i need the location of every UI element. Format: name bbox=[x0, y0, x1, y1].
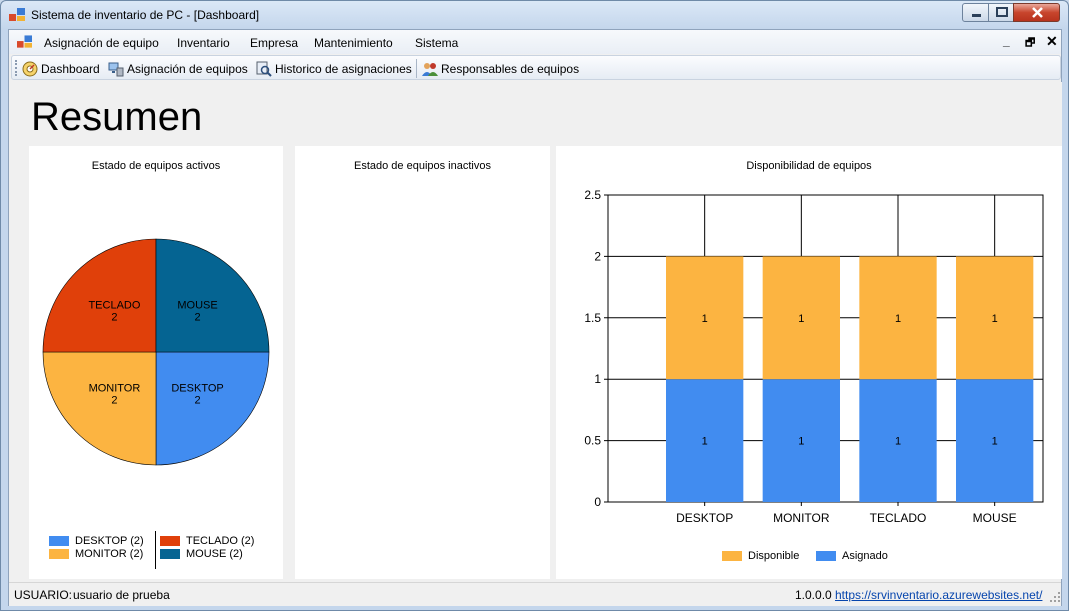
client-area: Asignación de equipo Inventario Empresa … bbox=[8, 29, 1062, 606]
window-title: Sistema de inventario de PC - [Dashboard… bbox=[31, 8, 260, 22]
app-icon bbox=[9, 8, 25, 21]
legend-swatch-mouse bbox=[160, 549, 180, 559]
pie-slice-monitor bbox=[42, 351, 157, 466]
dashboard-content: Resumen Estado de equipos activos DESKTO… bbox=[10, 82, 1062, 579]
x-tick-label: TECLADO bbox=[870, 511, 927, 525]
legend-swatch-teclado bbox=[160, 536, 180, 546]
legend-swatch-asignado bbox=[816, 551, 836, 561]
inactive-chart-title: Estado de equipos inactivos bbox=[354, 160, 491, 172]
bar-data-label: 1 bbox=[798, 436, 804, 448]
pie-label-desktop: DESKTOP bbox=[171, 383, 223, 395]
bar-data-label: 1 bbox=[992, 313, 998, 325]
legend-label-mouse: MOUSE (2) bbox=[186, 548, 243, 560]
mdi-restore-icon[interactable]: 🗗 bbox=[1025, 34, 1035, 53]
pie-slice-teclado bbox=[42, 238, 157, 353]
legend-item-desktop: DESKTOP (2) bbox=[49, 535, 144, 547]
y-tick-label: 0 bbox=[594, 495, 601, 509]
status-user-label: USUARIO: bbox=[14, 588, 73, 602]
toolbar-asignacion-button[interactable]: Asignación de equipos bbox=[108, 59, 248, 78]
active-equipment-panel: Estado de equipos activos DESKTOP 2 MONITO… bbox=[29, 146, 283, 579]
computer-assign-icon bbox=[108, 62, 124, 76]
x-tick-label: DESKTOP bbox=[676, 511, 733, 525]
legend-label-disponible: Disponible bbox=[748, 550, 800, 562]
legend-item-asignado: Asignado bbox=[816, 550, 888, 562]
pie-slice-mouse bbox=[155, 238, 270, 353]
x-tick-label: MOUSE bbox=[973, 511, 1017, 525]
bar-data-label: 1 bbox=[895, 313, 901, 325]
legend-item-disponible: Disponible bbox=[722, 550, 799, 562]
legend-label-monitor: MONITOR (2) bbox=[75, 548, 144, 560]
status-bar: USUARIO: usuario de prueba 1.0.0.0 https… bbox=[9, 582, 1061, 606]
legend-swatch-disponible bbox=[722, 551, 742, 561]
toolbar-dashboard-label: Dashboard bbox=[41, 61, 100, 76]
y-tick-label: 0.5 bbox=[584, 434, 601, 448]
close-button[interactable] bbox=[1013, 3, 1060, 22]
close-icon bbox=[1032, 7, 1043, 18]
legend-swatch-desktop bbox=[49, 536, 69, 546]
mdi-minimize-icon[interactable]: _ bbox=[1003, 34, 1010, 48]
page-title: Resumen bbox=[31, 95, 203, 139]
pie-value-desktop: 2 bbox=[194, 395, 200, 407]
inactive-equipment-panel: Estado de equipos inactivos bbox=[295, 146, 550, 579]
toolbar-historico-button[interactable]: Historico de asignaciones bbox=[256, 59, 412, 78]
pie-value-teclado: 2 bbox=[111, 311, 117, 323]
pie-label-mouse: MOUSE bbox=[177, 299, 217, 311]
users-group-icon bbox=[422, 62, 438, 76]
availability-panel: Disponibilidad de equipos 0 0.5 1 1.5 2 2.5 1 1… bbox=[556, 146, 1062, 579]
legend-item-mouse: MOUSE (2) bbox=[160, 548, 243, 560]
y-tick-label: 2.5 bbox=[584, 188, 601, 202]
bar-data-label: 1 bbox=[798, 313, 804, 325]
pie-label-teclado: TECLADO bbox=[88, 299, 140, 311]
toolbar-dashboard-button[interactable]: Dashboard bbox=[22, 59, 100, 78]
status-user-value: usuario de prueba bbox=[73, 588, 170, 602]
legend-label-teclado: TECLADO (2) bbox=[186, 535, 255, 547]
menu-sistema[interactable]: Sistema bbox=[415, 36, 458, 50]
stacked-bar-chart: 0 0.5 1 1.5 2 2.5 1 1 DESKTOP 1 1 MONITOR 1 1 TECLADO 1… bbox=[584, 188, 1044, 525]
legend-item-monitor: MONITOR (2) bbox=[49, 548, 143, 560]
x-tick-label: MONITOR bbox=[773, 511, 830, 525]
menu-empresa[interactable]: Empresa bbox=[250, 36, 298, 50]
toolbar-asignacion-label: Asignación de equipos bbox=[127, 61, 248, 76]
minimize-button[interactable] bbox=[962, 3, 989, 22]
pie-chart: DESKTOP2MONITOR2TECLADO2MOUSE2 bbox=[42, 238, 270, 466]
legend-item-teclado: TECLADO (2) bbox=[160, 535, 254, 547]
y-tick-label: 2 bbox=[594, 249, 601, 263]
dashboard-icon bbox=[22, 61, 38, 76]
status-version: 1.0.0.0 bbox=[795, 588, 832, 602]
pie-label-monitor: MONITOR bbox=[89, 383, 141, 395]
pie-value-mouse: 2 bbox=[194, 311, 200, 323]
legend-swatch-monitor bbox=[49, 549, 69, 559]
toolbar: Dashboard Asignación de equipos Historic… bbox=[11, 55, 1061, 80]
history-search-icon bbox=[256, 61, 272, 77]
maximize-icon bbox=[996, 7, 1008, 17]
minimize-icon bbox=[972, 14, 981, 17]
legend-label-desktop: DESKTOP (2) bbox=[75, 535, 144, 547]
status-link[interactable]: https://srvinventario.azurewebsites.net/ bbox=[835, 588, 1042, 602]
legend-divider bbox=[155, 531, 156, 569]
bar-data-label: 1 bbox=[895, 436, 901, 448]
maximize-button[interactable] bbox=[988, 3, 1014, 22]
bar-data-label: 1 bbox=[992, 436, 998, 448]
mdi-child-icon[interactable] bbox=[17, 35, 32, 49]
bar-data-label: 1 bbox=[702, 436, 708, 448]
toolbar-responsables-label: Responsables de equipos bbox=[441, 61, 580, 76]
menu-mantenimiento[interactable]: Mantenimiento bbox=[314, 36, 393, 50]
bar-data-label: 1 bbox=[702, 313, 708, 325]
toolbar-responsables-button[interactable]: Responsables de equipos bbox=[422, 59, 579, 78]
pie-slice-desktop bbox=[155, 351, 270, 466]
toolbar-historico-label: Historico de asignaciones bbox=[275, 61, 412, 76]
menu-asignacion[interactable]: Asignación de equipo bbox=[44, 36, 159, 50]
y-tick-label: 1 bbox=[594, 372, 601, 386]
menu-inventario[interactable]: Inventario bbox=[177, 36, 230, 50]
toolbar-grip[interactable] bbox=[15, 60, 18, 76]
title-bar[interactable]: Sistema de inventario de PC - [Dashboard… bbox=[1, 1, 1068, 29]
app-window: Sistema de inventario de PC - [Dashboard… bbox=[0, 0, 1069, 611]
toolbar-separator bbox=[416, 59, 417, 78]
legend-label-asignado: Asignado bbox=[842, 550, 888, 562]
y-tick-label: 1.5 bbox=[584, 311, 601, 325]
resize-grip-icon[interactable] bbox=[1049, 591, 1061, 603]
menu-bar: Asignación de equipo Inventario Empresa … bbox=[9, 30, 1061, 54]
pie-value-monitor: 2 bbox=[111, 395, 117, 407]
mdi-close-icon[interactable]: ✕ bbox=[1046, 33, 1058, 50]
